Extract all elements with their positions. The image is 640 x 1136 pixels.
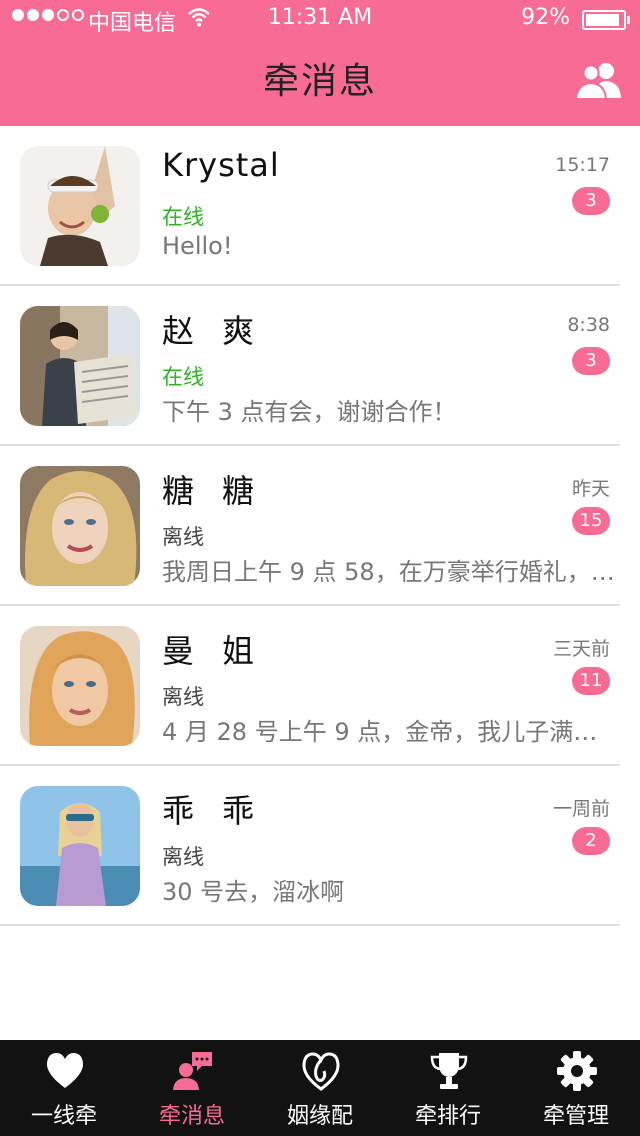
battery-percent: 92% <box>521 5 570 30</box>
tab-qianguanli[interactable]: 牵管理 <box>512 1040 640 1136</box>
unread-badge: 11 <box>572 667 610 695</box>
tab-label: 牵排行 <box>414 1104 481 1129</box>
presence-status: 离线 <box>162 525 204 549</box>
message-time: 昨天 <box>571 478 610 500</box>
message-row[interactable]: 乖乖 离线 30 号去，溜冰啊 一周前 2 <box>0 766 620 926</box>
message-time: 一周前 <box>552 798 610 820</box>
heart-icon <box>46 1053 84 1088</box>
gear-icon <box>557 1051 597 1091</box>
unread-badge: 2 <box>572 827 610 855</box>
message-preview: 30 号去，溜冰啊 <box>162 878 345 906</box>
tab-bar: 一线牵 牵消息 姻缘配 牵排行 牵管理 <box>0 1040 640 1136</box>
tab-yixianqian[interactable]: 一线牵 <box>0 1040 128 1136</box>
message-time: 15:17 <box>555 154 610 176</box>
contact-name: Krystal <box>162 146 280 184</box>
contacts-icon[interactable] <box>576 60 622 100</box>
tab-label: 姻缘配 <box>286 1104 353 1129</box>
message-preview: 4 月 28 号上午 9 点，金帝，我儿子满月酒 <box>162 718 618 746</box>
contact-name: 赵爽 <box>162 312 283 350</box>
avatar[interactable] <box>20 466 140 586</box>
tab-qianxiaoxi[interactable]: 牵消息 <box>128 1040 256 1136</box>
presence-status: 在线 <box>162 365 204 389</box>
avatar[interactable] <box>20 306 140 426</box>
presence-status: 离线 <box>162 685 204 709</box>
message-time: 8:38 <box>567 314 610 336</box>
match-heart-icon <box>302 1052 340 1091</box>
battery-fill <box>586 14 619 26</box>
contact-name: 乖乖 <box>162 792 283 830</box>
message-list: Krystal 在线 Hello! 15:17 3 赵爽 在线 下午 3 点有会… <box>0 126 640 926</box>
tab-yinyuanpei[interactable]: 姻缘配 <box>256 1040 384 1136</box>
top-bar: 中国电信 11:31 AM 92% 牵消息 <box>0 0 640 126</box>
message-row[interactable]: Krystal 在线 Hello! 15:17 3 <box>0 126 620 286</box>
avatar[interactable] <box>20 786 140 906</box>
tab-label: 牵管理 <box>542 1104 609 1129</box>
trophy-icon <box>430 1053 468 1089</box>
message-preview: Hello! <box>162 232 233 260</box>
message-time: 三天前 <box>552 638 610 660</box>
contact-name: 曼姐 <box>162 632 283 670</box>
presence-status: 在线 <box>162 205 204 229</box>
presence-status: 离线 <box>162 845 204 869</box>
unread-badge: 15 <box>572 507 610 535</box>
avatar[interactable] <box>20 146 140 266</box>
message-preview: 下午 3 点有会，谢谢合作！ <box>162 398 457 426</box>
message-row[interactable]: 糖糖 离线 我周日上午 9 点 58，在万豪举行婚礼，欢迎光临 昨天 15 <box>0 446 620 606</box>
message-row[interactable]: 曼姐 离线 4 月 28 号上午 9 点，金帝，我儿子满月酒 三天前 11 <box>0 606 620 766</box>
message-row[interactable]: 赵爽 在线 下午 3 点有会，谢谢合作！ 8:38 3 <box>0 286 620 446</box>
tab-label: 一线牵 <box>30 1104 97 1129</box>
chat-person-icon <box>173 1052 212 1090</box>
unread-badge: 3 <box>572 347 610 375</box>
unread-badge: 3 <box>572 187 610 215</box>
status-bar: 中国电信 11:31 AM 92% <box>0 0 640 40</box>
page-title: 牵消息 <box>262 61 377 102</box>
tab-qianpaihang[interactable]: 牵排行 <box>384 1040 512 1136</box>
battery-icon <box>582 10 630 30</box>
message-preview: 我周日上午 9 点 58，在万豪举行婚礼，欢迎光临 <box>162 558 618 586</box>
avatar[interactable] <box>20 626 140 746</box>
tab-label: 牵消息 <box>158 1104 225 1129</box>
contact-name: 糖糖 <box>162 472 283 510</box>
